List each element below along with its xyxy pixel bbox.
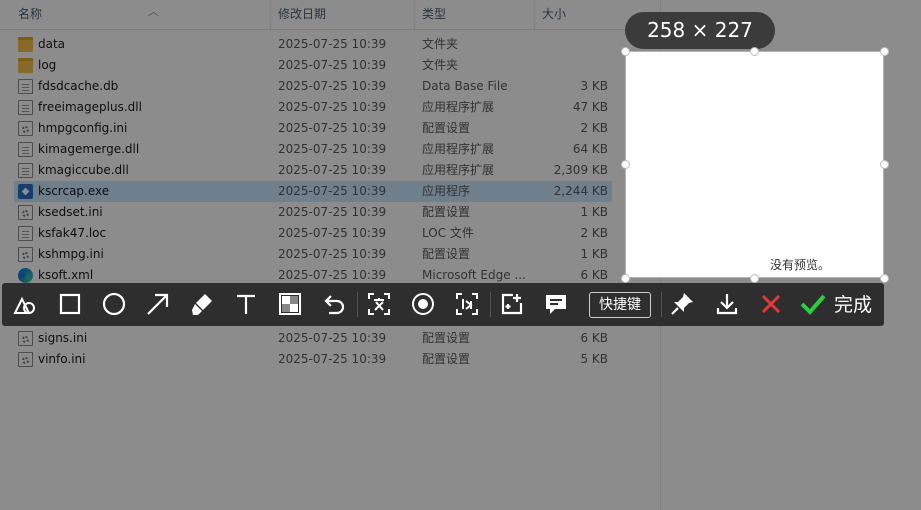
capture-size-label: 258 × 227 <box>647 18 753 42</box>
record-icon[interactable] <box>406 287 440 321</box>
capture-toolbar: 快捷键 完成 <box>2 283 884 326</box>
comment-icon[interactable] <box>539 287 573 321</box>
preview-message: 没有预览。 <box>770 258 831 272</box>
done-button[interactable]: 完成 <box>834 292 872 318</box>
shortcut-label: 快捷键 <box>599 297 641 313</box>
undo-icon[interactable] <box>317 287 351 321</box>
resize-handle-right[interactable] <box>880 160 889 169</box>
resize-handle-top-right[interactable] <box>880 47 889 56</box>
resize-handle-bottom-left[interactable] <box>621 274 630 283</box>
resize-handle-bottom[interactable] <box>750 274 759 283</box>
toolbar-separator <box>661 292 662 317</box>
download-icon[interactable] <box>710 287 744 321</box>
resize-handle-top[interactable] <box>750 47 759 56</box>
confirm-icon[interactable] <box>796 287 830 321</box>
cancel-icon[interactable] <box>754 287 788 321</box>
translate-icon[interactable] <box>450 287 484 321</box>
arrow-icon[interactable] <box>141 287 175 321</box>
ocr-icon[interactable] <box>362 287 396 321</box>
text-icon[interactable] <box>229 287 263 321</box>
shape-tool-icon[interactable] <box>7 287 41 321</box>
resize-handle-bottom-right[interactable] <box>880 274 889 283</box>
capture-size-badge: 258 × 227 <box>625 12 775 49</box>
brush-icon[interactable] <box>185 287 219 321</box>
capture-selection[interactable]: 没有预览。 <box>625 51 884 278</box>
pin-icon[interactable] <box>665 287 699 321</box>
rectangle-icon[interactable] <box>53 287 87 321</box>
done-label: 完成 <box>834 294 873 316</box>
add-screenshot-icon[interactable] <box>495 287 529 321</box>
ellipse-icon[interactable] <box>97 287 131 321</box>
shortcut-button[interactable]: 快捷键 <box>589 292 651 318</box>
toolbar-separator <box>490 292 491 317</box>
toolbar-separator <box>357 292 358 317</box>
mosaic-icon[interactable] <box>273 287 307 321</box>
resize-handle-left[interactable] <box>621 160 630 169</box>
resize-handle-top-left[interactable] <box>621 47 630 56</box>
